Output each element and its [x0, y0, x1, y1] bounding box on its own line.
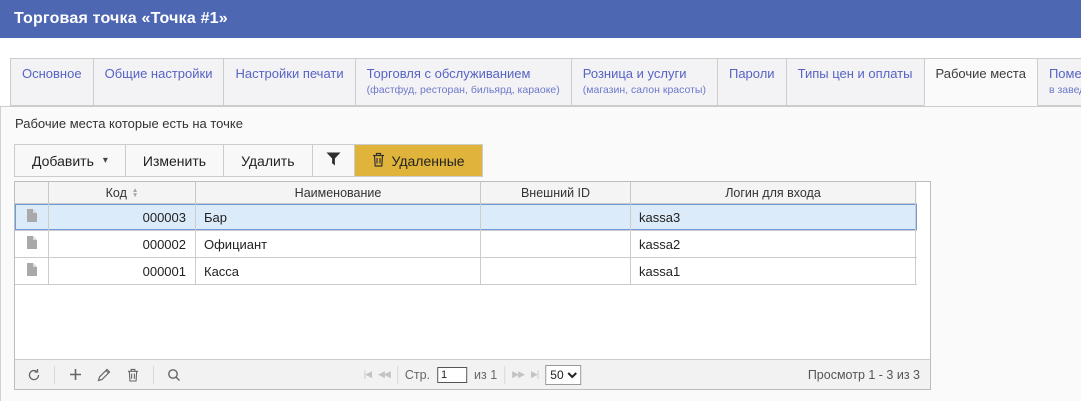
cell-code: 000002 — [49, 231, 196, 257]
table-row[interactable]: 000002 Официант kassa2 — [15, 231, 917, 258]
tab-label: Типы цен и оплаты — [797, 66, 913, 81]
column-header-code[interactable]: Код ▲ ▼ — [49, 182, 196, 203]
tab-label: Настройки печати — [235, 66, 344, 81]
grid-pager: |◀ ◀◀ Стр. из 1 ▶▶ ▶| 50 Просмотр 1 - 3 … — [15, 359, 930, 389]
column-header-name[interactable]: Наименование — [196, 182, 481, 203]
toolbar: Добавить ▾ Изменить Удалить Удаленные — [14, 144, 483, 177]
pager-separator — [54, 365, 55, 384]
page-number-input[interactable] — [437, 366, 468, 383]
refresh-icon[interactable] — [25, 366, 43, 384]
pager-separator — [153, 365, 154, 384]
page-label: Стр. — [404, 367, 431, 382]
cell-name: Касса — [196, 258, 481, 284]
tab[interactable]: Пароли — [716, 58, 787, 106]
tab-label: Розница и услуги — [582, 66, 687, 81]
window-title-bar: Торговая точка «Точка #1» — [0, 0, 1081, 38]
delete-row-icon[interactable] — [124, 366, 142, 384]
add-button-label: Добавить — [32, 152, 94, 169]
content-panel: Рабочие места которые есть на точке Доба… — [0, 107, 1081, 401]
tab[interactable]: Помещения и столы в заведении — [1036, 58, 1081, 106]
add-row-icon[interactable] — [66, 366, 84, 384]
tab[interactable]: Рабочие места — [923, 58, 1038, 106]
search-icon[interactable] — [165, 366, 183, 384]
filter-button[interactable] — [313, 145, 355, 176]
cell-external-id — [481, 231, 631, 257]
tab[interactable]: Настройки печати — [223, 58, 356, 106]
last-page-icon[interactable]: ▶| — [531, 369, 539, 380]
column-header-external-id[interactable]: Внешний ID — [481, 182, 631, 203]
tab-label: Основное — [22, 66, 82, 81]
first-page-icon[interactable]: |◀ — [364, 369, 372, 380]
pager-separator — [396, 365, 398, 384]
tab[interactable]: Основное — [10, 58, 94, 106]
tab-strip: Основное Общие настройки Настройки печат… — [0, 58, 1081, 107]
table-row[interactable]: 000003 Бар kassa3 — [15, 204, 917, 231]
tab-label: Помещения и столы — [1048, 66, 1081, 81]
trash-icon — [372, 152, 385, 170]
row-icon-cell — [15, 231, 49, 257]
pager-separator — [504, 365, 506, 384]
cell-code: 000001 — [49, 258, 196, 284]
cell-external-id — [481, 204, 631, 230]
title-gap — [0, 38, 1081, 58]
tab[interactable]: Общие настройки — [92, 58, 225, 106]
cell-external-id — [481, 258, 631, 284]
cell-name: Официант — [196, 231, 481, 257]
cell-login: kassa2 — [631, 231, 916, 257]
add-button[interactable]: Добавить ▾ — [15, 145, 126, 176]
cell-code: 000003 — [49, 204, 196, 230]
column-header-external-id-label: Внешний ID — [520, 185, 591, 200]
document-icon — [26, 209, 37, 225]
tab[interactable]: Торговля с обслуживанием (фастфуд, ресто… — [354, 58, 572, 106]
tab-subtitle: (фастфуд, ресторан, бильярд, караоке) — [366, 84, 560, 96]
show-deleted-button[interactable]: Удаленные — [354, 145, 482, 176]
column-header-login-label: Логин для входа — [725, 185, 821, 200]
table-row[interactable]: 000001 Касса kassa1 — [15, 258, 917, 285]
caret-down-icon: ▾ — [102, 155, 108, 166]
column-header-login[interactable]: Логин для входа — [631, 182, 916, 203]
edit-row-icon[interactable] — [95, 366, 113, 384]
tab-label: Торговля с обслуживанием — [366, 66, 531, 81]
column-header-name-label: Наименование — [294, 185, 382, 200]
show-deleted-label: Удаленные — [391, 152, 465, 169]
column-header-icon — [15, 182, 49, 203]
prev-page-icon[interactable]: ◀◀ — [378, 369, 391, 380]
pager-navigation: |◀ ◀◀ Стр. из 1 ▶▶ ▶| 50 — [364, 364, 582, 385]
row-icon-cell — [15, 204, 49, 230]
delete-button-label: Удалить — [241, 152, 295, 169]
next-page-icon[interactable]: ▶▶ — [512, 369, 525, 380]
grid-header-row: Код ▲ ▼ Наименование Внешний ID Логин для… — [15, 182, 917, 204]
page-count-label: из 1 — [474, 367, 498, 382]
edit-button-label: Изменить — [142, 152, 207, 169]
section-description: Рабочие места которые есть на точке — [15, 116, 243, 131]
tab-subtitle: (магазин, салон красоты) — [582, 84, 706, 96]
edit-button[interactable]: Изменить — [126, 145, 225, 176]
page-title: Торговая точка «Точка #1» — [14, 10, 228, 27]
cell-login: kassa1 — [631, 258, 916, 284]
delete-button[interactable]: Удалить — [224, 145, 313, 176]
document-icon — [26, 263, 37, 279]
tab[interactable]: Типы цен и оплаты — [785, 58, 925, 106]
column-header-code-label: Код — [105, 185, 127, 200]
document-icon — [26, 236, 37, 252]
tab-label: Рабочие места — [935, 66, 1026, 81]
tab-label: Пароли — [728, 66, 775, 81]
filter-funnel-icon — [326, 152, 341, 169]
cell-name: Бар — [196, 204, 481, 230]
grid-body: 000003 Бар kassa3 000002 Официант kassa2 — [15, 204, 930, 359]
tab-subtitle: в заведении — [1048, 84, 1081, 96]
tab-label: Общие настройки — [104, 66, 213, 81]
viewing-range-label: Просмотр 1 - 3 из 3 — [807, 367, 920, 382]
sort-icon: ▲ ▼ — [131, 186, 139, 199]
tab[interactable]: Розница и услуги (магазин, салон красоты… — [570, 58, 718, 106]
row-icon-cell — [15, 258, 49, 284]
pager-left-actions — [25, 365, 183, 384]
page-size-select[interactable]: 50 — [545, 364, 582, 385]
cell-login: kassa3 — [631, 204, 916, 230]
workplaces-grid: Код ▲ ▼ Наименование Внешний ID Логин для… — [14, 181, 931, 390]
